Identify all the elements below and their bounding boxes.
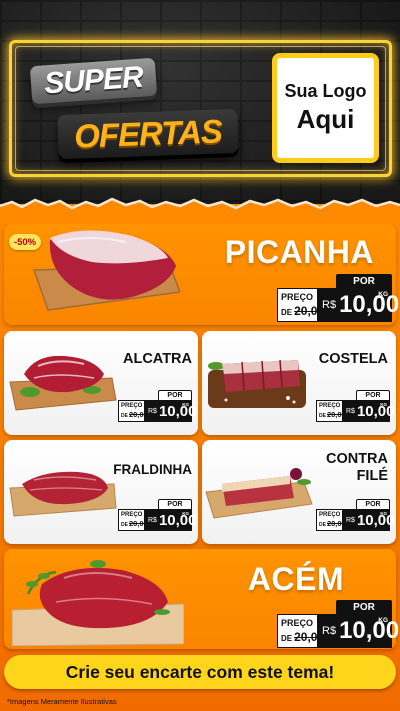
currency: R$ [346,516,355,524]
price-por-label: POR [158,390,192,400]
currency: R$ [322,299,337,311]
price-por-label: POR [158,499,192,509]
cta-banner[interactable]: Crie seu encarte com este tema! [4,655,396,689]
logo-text-line2: Aqui [296,104,355,134]
price-value: 10,00 [356,402,395,420]
price-tag-acem: POR PREÇO DE 20,00 R$ 10,00 KG [277,600,399,648]
title-ofertas: OFERTAS [57,108,239,160]
product-name-acem: ACÉM [247,561,344,597]
alcatra-image [9,355,117,411]
logo-text-line1: Sua Logo [284,81,367,101]
old-price: DE 20,00 [121,519,148,528]
costela-image [208,359,306,408]
price-label: PREÇO [121,512,143,518]
price-label: PREÇO [281,292,314,302]
price-por-label: POR [336,274,392,288]
price-por-label: POR [356,390,390,400]
product-name-alcatra: ALCATRA [123,351,192,367]
price-por-label: POR [336,600,392,614]
price-tag-contrafile: POR PREÇO DE 20,00 R$ 10,00 KG [316,499,395,531]
unit-label: KG [380,402,387,407]
fraldinha-image [9,471,117,517]
price-label: PREÇO [319,512,341,518]
unit-label: KG [378,617,388,624]
currency: R$ [148,516,157,524]
currency: R$ [322,625,337,637]
product-name-picanha: PICANHA [224,234,374,270]
currency: R$ [346,407,355,415]
unit-label: KG [380,511,387,516]
product-name-costela: COSTELA [318,351,388,367]
price-value: 10,00 [339,617,400,644]
price-label: PREÇO [281,618,314,628]
footnote: *Imagens Meramente Ilustrativas [7,697,117,706]
logo-placeholder[interactable]: Sua Logo Aqui [272,53,379,163]
old-price: DE 20,00 [121,410,148,419]
picanha-image [32,230,180,311]
price-value: 10,00 [356,511,395,529]
price-value: 10,00 [339,291,400,318]
discount-badge: -50% [9,234,41,250]
price-tag-costela: POR PREÇO DE 20,00 R$ 10,00 KG [316,390,395,422]
price-por-label: POR [356,499,390,509]
price-tag-fraldinha: POR PREÇO DE 20,00 R$ 10,00 KG [118,499,197,531]
unit-label: KG [182,511,189,516]
price-value: 10,00 [158,402,197,420]
currency: R$ [148,407,157,415]
unit-label: KG [378,291,388,298]
price-label: PREÇO [319,403,341,409]
unit-label: KG [182,402,189,407]
contrafile-image [205,468,313,519]
old-price: DE 20,00 [319,519,346,528]
price-tag-picanha: POR PREÇO DE 20,00 R$ 10,00 KG [277,274,399,322]
acem-image [12,560,184,646]
old-price: DE 20,00 [319,410,346,419]
price-value: 10,00 [158,511,197,529]
price-label: PREÇO [121,403,143,409]
torn-paper-edge [0,197,400,224]
price-tag-alcatra: POR PREÇO DE 20,00 R$ 10,00 KG [118,390,197,422]
product-name-fraldinha: FRALDINHA [113,462,192,477]
product-name-contrafile: CONTRA FILÉ [325,451,388,484]
